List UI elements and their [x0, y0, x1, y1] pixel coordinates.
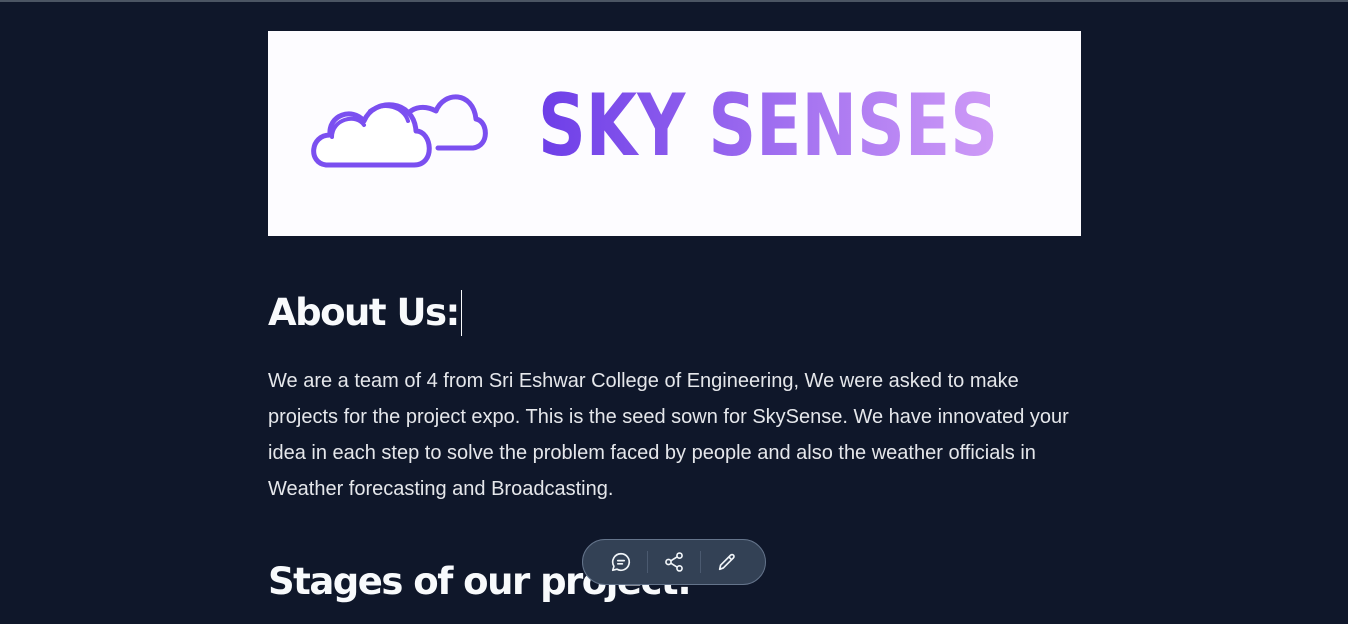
edit-pencil-icon: [718, 553, 735, 571]
about-us-paragraph: We are a team of 4 from Sri Eshwar Colle…: [268, 370, 1069, 500]
share-icon: [665, 552, 683, 572]
about-us-heading-text: About Us:: [268, 290, 460, 334]
comment-button[interactable]: [595, 544, 647, 580]
about-us-heading[interactable]: About Us:: [268, 290, 462, 336]
edit-button[interactable]: [701, 544, 753, 580]
brand-wordmark: SKY SENSES: [538, 83, 998, 163]
text-caret: [460, 290, 462, 336]
share-button[interactable]: [648, 544, 700, 580]
floating-toolbar: [582, 539, 766, 585]
brand-wordmark-text: SKY SENSES: [538, 83, 998, 163]
page-content: SKY SENSES About Us: We are a team of 4 …: [268, 31, 1081, 604]
window-top-border: [0, 0, 1348, 2]
comment-icon: [611, 552, 631, 572]
cloud-logo-icon: [311, 94, 488, 168]
sky-senses-banner: SKY SENSES: [268, 31, 1081, 236]
